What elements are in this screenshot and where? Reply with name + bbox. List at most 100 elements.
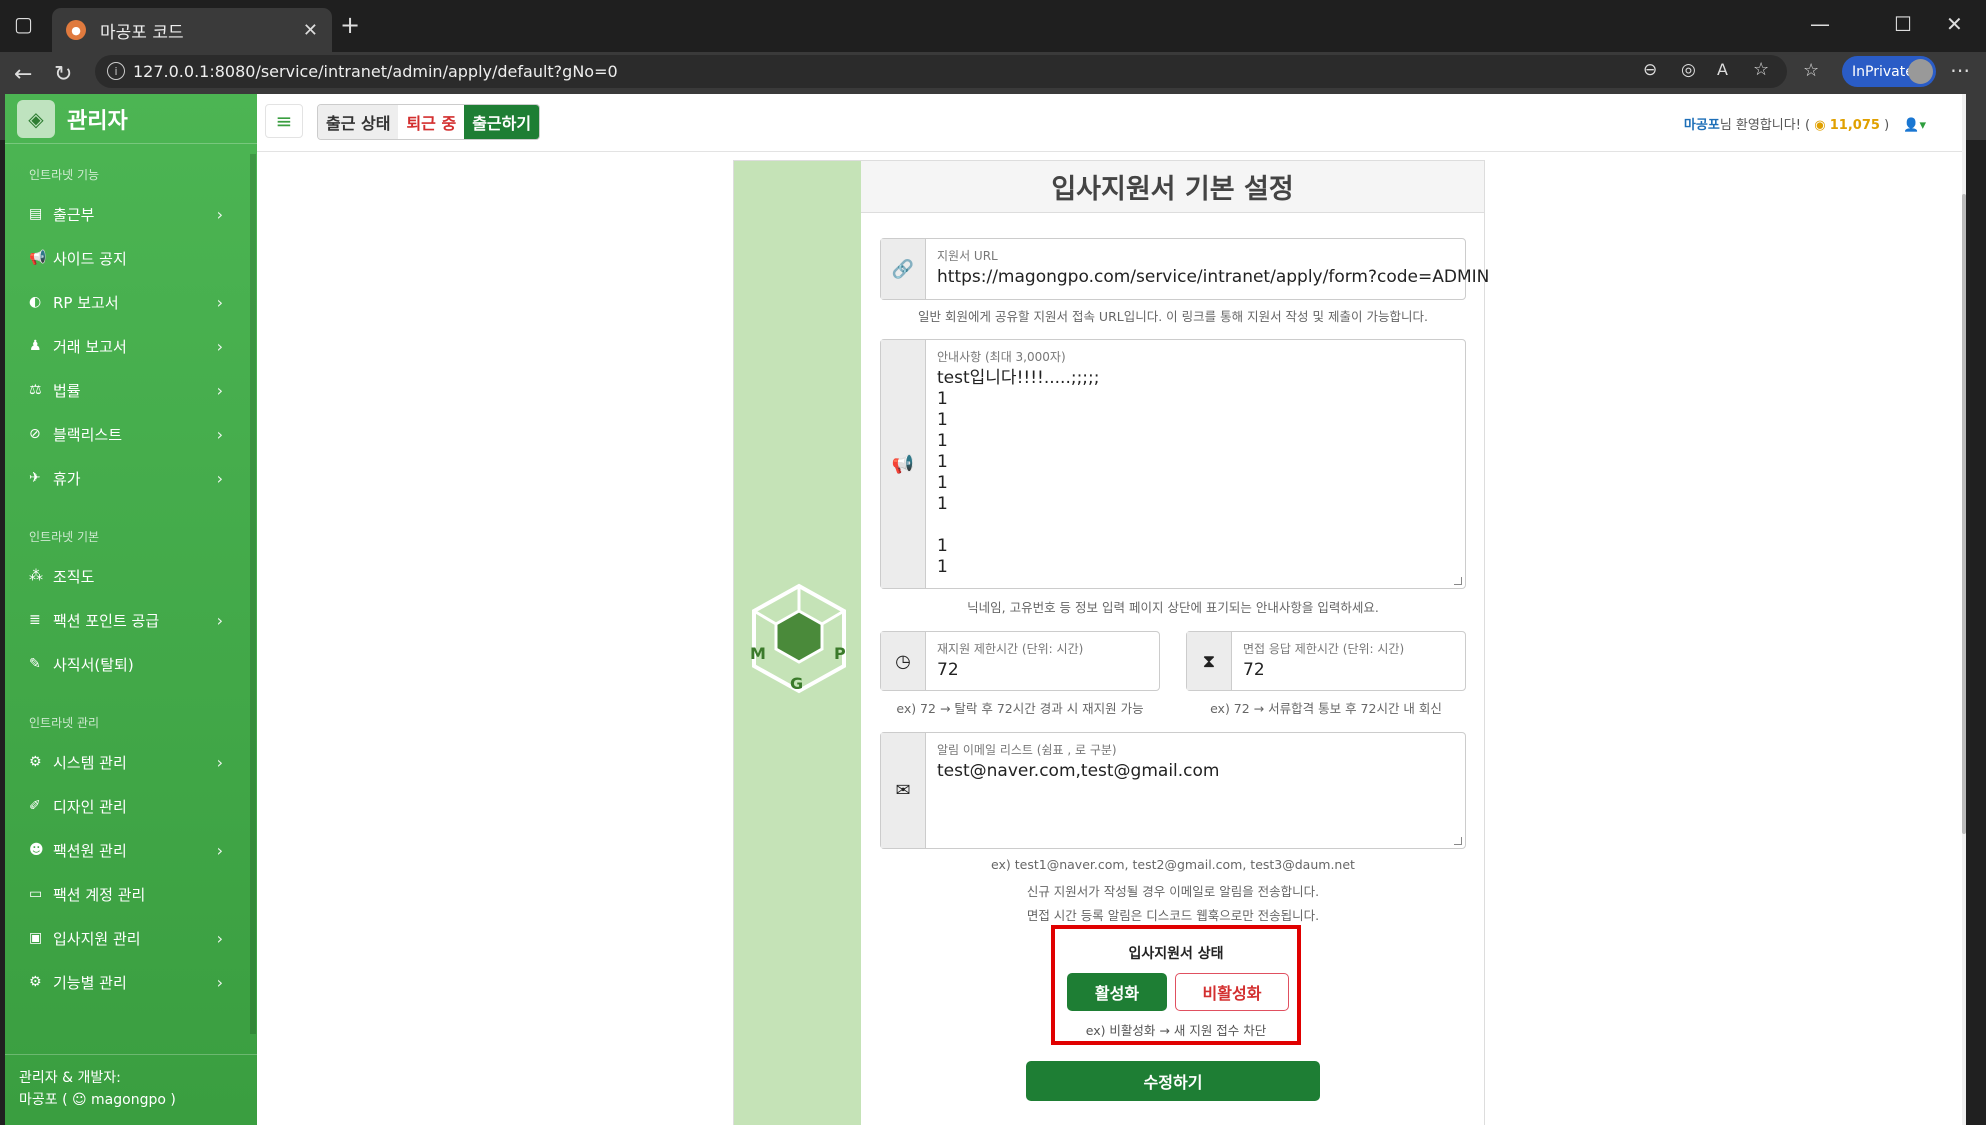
- sidebar-item[interactable]: ♟ 거래 보고서 ›: [5, 324, 257, 368]
- notice-textarea[interactable]: 📢 안내사항 (최대 3,000자) test입니다!!!!.....;;;;;…: [880, 339, 1466, 589]
- sidebar-item[interactable]: ✈ 휴가 ›: [5, 456, 257, 500]
- brand-label: 관리자: [67, 108, 128, 134]
- user-icon: ♟: [29, 338, 42, 354]
- refresh-icon[interactable]: ↻: [54, 62, 72, 87]
- sidebar-item[interactable]: ⚙ 기능별 관리 ›: [5, 960, 257, 1004]
- chevron-right-icon: ›: [216, 204, 223, 224]
- url-text: 127.0.0.1:8080/service/intranet/admin/ap…: [133, 62, 618, 81]
- inprivate-badge[interactable]: InPrivate: [1842, 56, 1936, 87]
- tab-favicon-icon: ●: [66, 20, 86, 40]
- sidebar-item-label: 휴가: [53, 469, 81, 488]
- sidebar-brand[interactable]: ◈ 관리자: [5, 94, 257, 144]
- sidebar-item[interactable]: 📢 사이드 공지: [5, 236, 257, 280]
- sidebar-item[interactable]: ◐ RP 보고서 ›: [5, 280, 257, 324]
- tab-title: 마공포 코드: [100, 22, 184, 43]
- browser-titlebar: ▢ ● 마공포 코드 ✕ + — ☐ ✕: [0, 0, 1986, 52]
- zoom-icon[interactable]: ⊖: [1643, 60, 1657, 80]
- browser-tab[interactable]: ● 마공포 코드 ✕: [52, 8, 332, 52]
- svg-text:M: M: [750, 644, 766, 663]
- reapply-field-value: 72: [937, 660, 959, 680]
- interview-hint: ex) 72 → 서류합격 통보 후 72시간 내 회신: [1210, 701, 1442, 716]
- sidebar-item-label: 시스템 관리: [53, 753, 127, 772]
- sidebar: ◈ 관리자 인트라넷 기능 ▤ 출근부 › 📢 사이드 공지 ◐ RP 보고서 › ♟ 거래 보고서…: [5, 94, 257, 1125]
- resize-handle[interactable]: [1454, 837, 1462, 845]
- page-scrollbar[interactable]: [1962, 94, 1966, 1125]
- welcome-close: ): [1884, 118, 1890, 133]
- users-gear-icon: ☻: [29, 842, 44, 858]
- id-card-icon: ▭: [29, 886, 43, 902]
- megaphone-icon: 📢: [881, 340, 926, 588]
- tracking-icon[interactable]: ◎: [1681, 60, 1696, 80]
- email-hint-example: ex) test1@naver.com, test2@gmail.com, te…: [991, 857, 1355, 872]
- sidebar-item[interactable]: ⊘ 블랙리스트 ›: [5, 412, 257, 456]
- sidebar-item-label: 팩션 계정 관리: [53, 885, 146, 904]
- page: ◈ 관리자 인트라넷 기능 ▤ 출근부 › 📢 사이드 공지 ◐ RP 보고서 › ♟ 거래 보고서…: [5, 94, 1966, 1125]
- reapply-field[interactable]: ◷ 재지원 제한시간 (단위: 시간) 72: [880, 631, 1160, 691]
- back-icon[interactable]: ←: [14, 62, 32, 87]
- points-value: 11,075: [1829, 118, 1880, 133]
- sidebar-item[interactable]: ⚙ 시스템 관리 ›: [5, 740, 257, 784]
- chevron-right-icon: ›: [216, 840, 223, 860]
- chevron-right-icon: ›: [216, 752, 223, 772]
- welcome-name: 마공포: [1683, 118, 1720, 133]
- sidebar-item[interactable]: ✐ 디자인 관리: [5, 784, 257, 828]
- maximize-icon[interactable]: ☐: [1894, 12, 1912, 36]
- email-hint-discord: 면접 시간 등록 알림은 디스코드 웹훅으로만 전송됩니다.: [1026, 908, 1320, 923]
- sidebar-item[interactable]: ⁂ 조직도: [5, 554, 257, 598]
- sidebar-item[interactable]: ▭ 팩션 계정 관리: [5, 872, 257, 916]
- sidebar-toggle-icon[interactable]: ▢: [14, 12, 33, 36]
- url-field-value: https://magongpo.com/service/intranet/ap…: [937, 267, 1490, 287]
- chevron-right-icon: ›: [216, 610, 223, 630]
- new-tab-icon[interactable]: +: [340, 11, 360, 39]
- sidebar-item[interactable]: ≣ 팩션 포인트 공급 ›: [5, 598, 257, 642]
- submit-button[interactable]: 수정하기: [1026, 1061, 1320, 1101]
- card-left-strip: M G P: [734, 161, 861, 1125]
- favorite-star-icon[interactable]: ☆: [1753, 59, 1769, 80]
- activate-button[interactable]: 활성화: [1067, 973, 1167, 1011]
- more-menu-icon[interactable]: ⋯: [1950, 58, 1970, 82]
- status-section: 입사지원서 상태 활성화 비활성화 ex) 비활성화 → 새 지원 접수 차단: [1051, 925, 1301, 1045]
- site-info-icon[interactable]: i: [107, 62, 125, 80]
- deactivate-button[interactable]: 비활성화: [1175, 973, 1289, 1011]
- footer-credit-label: 관리자 & 개발자:: [19, 1070, 121, 1086]
- scrollbar-thumb[interactable]: [1962, 194, 1966, 834]
- chevron-right-icon: ›: [216, 424, 223, 444]
- gears-icon: ⚙: [29, 974, 42, 990]
- url-field[interactable]: 🔗 지원서 URL https://magongpo.com/service/i…: [880, 238, 1489, 300]
- checkin-button[interactable]: 출근하기: [464, 105, 540, 139]
- envelope-icon: ✉: [881, 733, 926, 848]
- status-hint: ex) 비활성화 → 새 지원 접수 차단: [1085, 1023, 1267, 1038]
- notice-field-value: test입니다!!!!.....;;;;; 1 1 1 1 1 1 1 1: [937, 368, 1100, 577]
- sidebar-item-label: 팩션원 관리: [53, 841, 127, 860]
- tab-close-icon[interactable]: ✕: [303, 20, 318, 41]
- window-close-icon[interactable]: ✕: [1946, 12, 1963, 36]
- sidebar-scrollbar[interactable]: [250, 154, 256, 1034]
- chevron-right-icon: ›: [216, 928, 223, 948]
- mgp-cube-logo-icon: M G P: [750, 583, 846, 694]
- svg-text:G: G: [790, 674, 803, 693]
- email-textarea[interactable]: ✉ 알림 이메일 리스트 (쉼표 , 로 구분) test@naver.com,…: [880, 732, 1466, 849]
- svg-text:P: P: [834, 644, 846, 663]
- sidebar-item[interactable]: ▤ 출근부 ›: [5, 192, 257, 236]
- minimize-icon[interactable]: —: [1810, 12, 1830, 36]
- chevron-right-icon: ›: [216, 336, 223, 356]
- sidebar-item[interactable]: ☻ 팩션원 관리 ›: [5, 828, 257, 872]
- address-bar[interactable]: i 127.0.0.1:8080/service/intranet/admin/…: [95, 55, 1787, 88]
- interview-field[interactable]: ⧗ 면접 응답 제한시간 (단위: 시간) 72: [1186, 631, 1466, 691]
- hamburger-menu-icon[interactable]: ≡: [265, 104, 303, 138]
- sidebar-item-label: 사이드 공지: [53, 249, 127, 268]
- favorites-icon[interactable]: ☆: [1803, 60, 1819, 81]
- sidebar-item[interactable]: ▣ 입사지원 관리 ›: [5, 916, 257, 960]
- sitemap-icon: ⁂: [29, 568, 43, 584]
- chevron-right-icon: ›: [216, 468, 223, 488]
- welcome-message: 마공포님 환영합니다! ( ◉ 11,075 ) 👤▾: [1684, 114, 1926, 133]
- sidebar-item[interactable]: ⚖ 법률 ›: [5, 368, 257, 412]
- sidebar-footer: 관리자 & 개발자: 마공포 ( ☺ magongpo ): [5, 1054, 257, 1125]
- read-aloud-icon[interactable]: A: [1717, 60, 1728, 79]
- sidebar-item[interactable]: ✎ 사직서(탈퇴): [5, 642, 257, 686]
- sidebar-item-label: 거래 보고서: [53, 337, 127, 356]
- resize-handle[interactable]: [1454, 577, 1462, 585]
- sidebar-item-label: 블랙리스트: [53, 425, 123, 444]
- user-menu-icon[interactable]: 👤▾: [1903, 118, 1926, 133]
- brush-icon: ✐: [29, 798, 41, 814]
